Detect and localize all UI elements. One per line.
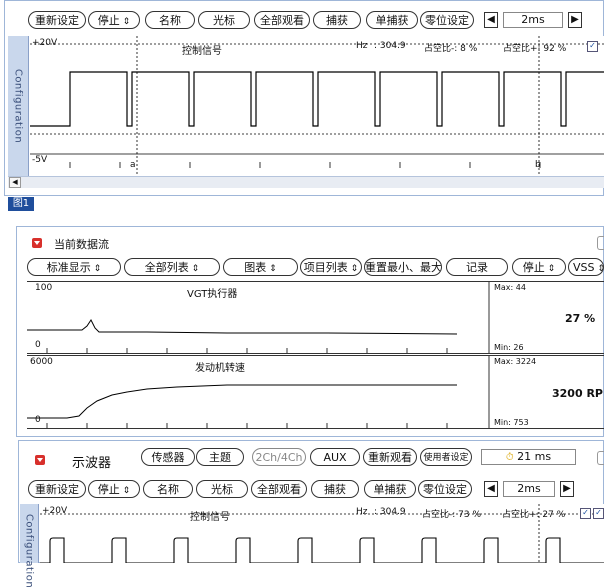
graph2-ymin: 0 [35, 415, 41, 425]
osc-config-sidebar-label: Configuration [23, 514, 35, 588]
scope2-duty-pos: 占空比+: 27 % [502, 510, 566, 520]
graph1-min: Min: 26 [494, 343, 524, 352]
collapse-icon[interactable] [32, 238, 42, 248]
cursor-b-label: b [535, 160, 541, 170]
osc-stop-select[interactable]: 停止 [88, 480, 140, 498]
scope1-duty-pos: 占空比+: 92 % [503, 44, 567, 54]
record-button[interactable]: 记录 [446, 258, 508, 276]
datastream-header: 当前数据流 [54, 238, 109, 251]
name-button[interactable]: 名称 [145, 11, 195, 29]
standard-display-select[interactable]: 标准显示 [27, 258, 121, 276]
sensor-button[interactable]: 传感器 [141, 448, 195, 466]
scope1-duty-neg: 占空比-: 8 % [424, 44, 478, 54]
graph1-area: 100 0 VGT执行器 Max: 44 Min: 26 27 % [27, 281, 604, 354]
reset-minmax-button[interactable]: 重置最小、最大 [364, 258, 442, 276]
graph1-max: Max: 44 [494, 283, 526, 292]
osc-capture-button[interactable]: 捕获 [311, 480, 359, 498]
scope1-vmax: +20V [32, 38, 58, 48]
top-scrollbar[interactable] [8, 176, 604, 188]
clock-icon: ⏱ [505, 452, 514, 463]
cursor-button[interactable]: 光标 [198, 11, 250, 29]
capture-button[interactable]: 捕获 [313, 11, 361, 29]
zero-set-button[interactable]: 零位设定 [420, 11, 474, 29]
cursor-a-label: a [130, 160, 136, 170]
panel-scroll-icon [597, 236, 604, 250]
osc-zero-set-button[interactable]: 零位设定 [418, 480, 472, 498]
graph2-min: Min: 753 [494, 418, 529, 427]
scope1-hz-label: Hz [356, 41, 368, 51]
scope2-title: 控制信号 [190, 512, 230, 523]
graph1-ymin: 0 [35, 340, 41, 350]
timebase-next-button[interactable]: ▶ [568, 12, 582, 28]
graph2-ymax: 6000 [30, 357, 53, 367]
osc-reset-button[interactable]: 重新设定 [28, 480, 86, 498]
scope2-checkbox-secondary[interactable]: ✓ [593, 508, 604, 519]
config-sidebar-label: Configuration [12, 68, 24, 144]
scope1-title: 控制信号 [182, 46, 222, 57]
view-all-button[interactable]: 全部观看 [254, 11, 310, 29]
graph2-value: 3200 RPM [552, 387, 604, 400]
all-list-select[interactable]: 全部列表 [124, 258, 220, 276]
scope1-hz-value: : 304.9 [374, 41, 406, 51]
header-scroll-icon [597, 451, 604, 465]
reset-button[interactable]: 重新设定 [28, 11, 86, 29]
scope1-waveform [30, 36, 604, 176]
osc-single-capture-button[interactable]: 单捕获 [364, 480, 416, 498]
vss-select[interactable]: VSS [568, 258, 604, 276]
scroll-left-icon[interactable]: ◀ [9, 177, 21, 188]
scope1-checkbox[interactable]: ✓ [587, 41, 598, 52]
capture-time-value: 21 ms [517, 450, 552, 463]
osc-config-sidebar[interactable]: Configuration [20, 504, 39, 588]
osc-timebase-next-button[interactable]: ▶ [560, 481, 574, 497]
user-settings-button[interactable]: 使用者设定 [420, 448, 472, 466]
config-sidebar[interactable]: Configuration [8, 36, 29, 176]
review-button[interactable]: 重新观看 [363, 448, 417, 466]
scope2-duty-neg: 占空比-: 73 % [422, 510, 482, 520]
scope2-hz-label: Hz [356, 507, 368, 517]
figure-label: 图1 [8, 197, 34, 211]
scope2-vmax: +20V [42, 506, 68, 516]
item-list-select[interactable]: 项目列表 [300, 258, 362, 276]
single-capture-button[interactable]: 单捕获 [366, 11, 418, 29]
aux-button[interactable]: AUX [310, 448, 360, 466]
theme-button[interactable]: 主题 [196, 448, 244, 466]
graph1-value: 27 % [565, 312, 596, 325]
scope1-vmin: -5V [32, 155, 48, 165]
stop-select[interactable]: 停止 [88, 11, 140, 29]
graph2-max: Max: 3224 [494, 357, 537, 366]
scope2-area: +20V 控制信号 Hz : 304.9 占空比-: 73 % 占空比+: 27… [40, 504, 604, 563]
graph1-ymax: 100 [35, 283, 53, 293]
osc-timebase-prev-button[interactable]: ◀ [484, 481, 498, 497]
graph2-title: 发动机转速 [195, 363, 245, 374]
timebase-field[interactable]: 2ms [503, 12, 563, 28]
graph2-area: 6000 0 发动机转速 Max: 3224 Min: 753 3200 RPM [27, 355, 604, 429]
osc-timebase-field[interactable]: 2ms [503, 481, 555, 497]
capture-time-field: ⏱ 21 ms [481, 449, 576, 465]
osc-view-all-button[interactable]: 全部观看 [251, 480, 307, 498]
osc-cursor-button[interactable]: 光标 [196, 480, 248, 498]
graph1-title: VGT执行器 [187, 289, 238, 300]
scope2-hz-value: : 304.9 [374, 507, 406, 517]
scope2-checkbox[interactable]: ✓ [580, 508, 591, 519]
channels-button[interactable]: 2Ch/4Ch [252, 448, 306, 466]
oscilloscope-title: 示波器 [72, 456, 112, 471]
datastream-stop-select[interactable]: 停止 [512, 258, 566, 276]
oscilloscope-collapse-icon[interactable] [35, 455, 45, 465]
scope1-area: +20V -5V 控制信号 Hz : 304.9 占空比-: 8 % 占空比+:… [30, 36, 604, 176]
timebase-prev-button[interactable]: ◀ [484, 12, 498, 28]
osc-name-button[interactable]: 名称 [143, 480, 193, 498]
chart-select[interactable]: 图表 [223, 258, 298, 276]
